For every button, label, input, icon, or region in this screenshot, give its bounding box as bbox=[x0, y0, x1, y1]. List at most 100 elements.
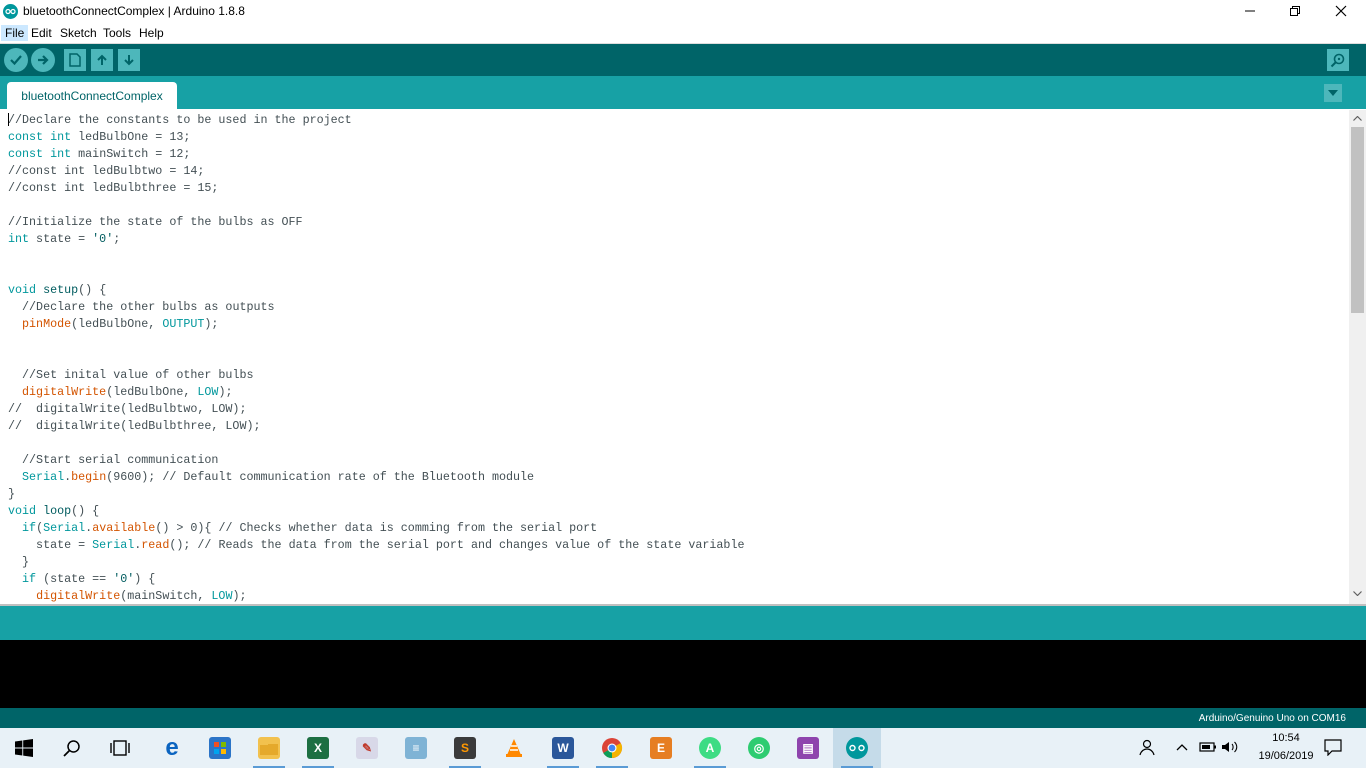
notepad-icon: ≡ bbox=[405, 737, 427, 759]
task-view-button[interactable] bbox=[96, 728, 144, 768]
scrollbar-thumb[interactable] bbox=[1351, 127, 1364, 313]
code-line: digitalWrite(mainSwitch, LOW); bbox=[36, 589, 247, 603]
minimize-icon bbox=[1245, 10, 1255, 12]
taskbar-vlc[interactable] bbox=[490, 728, 538, 768]
taskbar-globe-app[interactable]: ◎ bbox=[735, 728, 783, 768]
clock-date[interactable]: 19/06/2019 bbox=[1256, 750, 1316, 762]
e-app-icon: E bbox=[650, 737, 672, 759]
file-explorer-icon bbox=[258, 737, 280, 759]
paint-icon: ✎ bbox=[356, 737, 378, 759]
upload-button[interactable] bbox=[31, 48, 55, 72]
console-output[interactable] bbox=[0, 640, 1366, 708]
save-icon bbox=[124, 55, 134, 66]
open-button[interactable] bbox=[91, 49, 113, 71]
chevron-up-icon bbox=[1353, 115, 1362, 121]
taskbar-notepad[interactable]: ≡ bbox=[392, 728, 440, 768]
arduino-logo-icon bbox=[3, 4, 18, 19]
serial-monitor-icon bbox=[1330, 53, 1345, 68]
code-line: digitalWrite(ledBulbOne, LOW); bbox=[22, 385, 233, 399]
code-line: //Set inital value of other bulbs bbox=[22, 368, 254, 382]
toolbar bbox=[0, 44, 1366, 76]
sublime-icon: S bbox=[454, 737, 476, 759]
chevron-down-icon bbox=[1353, 590, 1362, 596]
taskbar-e-app[interactable]: E bbox=[637, 728, 685, 768]
close-icon bbox=[1335, 5, 1347, 17]
scroll-up-button[interactable] bbox=[1349, 111, 1366, 125]
battery-icon[interactable] bbox=[1199, 740, 1217, 757]
arduino-icon bbox=[846, 737, 868, 759]
taskbar-excel[interactable]: X bbox=[294, 728, 342, 768]
clock-time[interactable]: 10:54 bbox=[1264, 732, 1308, 744]
scroll-down-button[interactable] bbox=[1349, 586, 1366, 600]
menu-bar: File Edit Sketch Tools Help bbox=[0, 23, 1366, 44]
code-editor[interactable]: //Declare the constants to be used in th… bbox=[0, 110, 1349, 604]
chevron-up-icon[interactable] bbox=[1175, 740, 1189, 757]
code-line: Serial.begin(9600); // Default communica… bbox=[22, 470, 535, 484]
upload-icon bbox=[38, 55, 49, 65]
taskbar-android-studio[interactable]: A bbox=[686, 728, 734, 768]
restore-button[interactable] bbox=[1272, 0, 1318, 22]
code-line: } bbox=[8, 555, 30, 569]
chevron-down-icon bbox=[1328, 90, 1338, 96]
taskbar-winrar[interactable]: ▤ bbox=[784, 728, 832, 768]
search-button[interactable] bbox=[48, 728, 96, 768]
code-line: const int mainSwitch = 12; bbox=[8, 147, 191, 161]
menu-help[interactable]: Help bbox=[135, 25, 168, 41]
taskbar-sublime[interactable]: S bbox=[441, 728, 489, 768]
word-icon: W bbox=[552, 737, 574, 759]
taskbar-arduino[interactable] bbox=[833, 728, 881, 768]
board-status-bar: Arduino/Genuino Uno on COM16 bbox=[0, 708, 1366, 728]
code-line: //const int ledBulbthree = 15; bbox=[8, 181, 219, 195]
message-area bbox=[0, 606, 1366, 640]
globe-app-icon: ◎ bbox=[748, 737, 770, 759]
serial-monitor-button[interactable] bbox=[1327, 49, 1349, 71]
edge-icon: e bbox=[165, 734, 179, 761]
search-icon bbox=[63, 740, 80, 757]
code-line: //Declare the constants to be used in th… bbox=[8, 113, 352, 127]
tab-bluetoothconnectcomplex[interactable]: bluetoothConnectComplex bbox=[7, 82, 177, 109]
taskbar-edge[interactable]: e bbox=[148, 728, 196, 768]
task-view-icon bbox=[110, 740, 130, 756]
code-line: //Start serial communication bbox=[22, 453, 219, 467]
new-button[interactable] bbox=[64, 49, 86, 71]
android-studio-icon: A bbox=[699, 737, 721, 759]
people-icon[interactable] bbox=[1138, 738, 1156, 759]
vlc-icon bbox=[503, 737, 525, 759]
taskbar-file-explorer[interactable] bbox=[245, 728, 293, 768]
menu-tools[interactable]: Tools bbox=[99, 25, 135, 41]
menu-file[interactable]: File bbox=[1, 25, 29, 41]
excel-icon: X bbox=[307, 737, 329, 759]
code-line: } bbox=[8, 487, 16, 501]
volume-icon[interactable] bbox=[1221, 740, 1239, 757]
code-text: //Declare the constants to be used in th… bbox=[8, 112, 744, 604]
code-line: const int ledBulbOne = 13; bbox=[8, 130, 191, 144]
code-line: pinMode(ledBulbOne, OUTPUT); bbox=[22, 317, 219, 331]
menu-edit[interactable]: Edit bbox=[27, 25, 56, 41]
taskbar-paint[interactable]: ✎ bbox=[343, 728, 391, 768]
new-icon bbox=[69, 53, 81, 67]
taskbar-chrome[interactable] bbox=[588, 728, 636, 768]
start-button[interactable] bbox=[0, 728, 48, 768]
restore-icon bbox=[1290, 6, 1300, 16]
text-caret bbox=[8, 113, 9, 126]
open-icon bbox=[97, 54, 107, 65]
code-line: // digitalWrite(ledBulbthree, LOW); bbox=[8, 419, 261, 433]
verify-button[interactable] bbox=[4, 48, 28, 72]
close-button[interactable] bbox=[1318, 0, 1364, 22]
menu-sketch[interactable]: Sketch bbox=[56, 25, 101, 41]
code-line: //const int ledBulbtwo = 14; bbox=[8, 164, 205, 178]
taskbar-word[interactable]: W bbox=[539, 728, 587, 768]
code-line: //Declare the other bulbs as outputs bbox=[22, 300, 275, 314]
taskbar-store[interactable] bbox=[196, 728, 244, 768]
tab-menu-button[interactable] bbox=[1324, 84, 1342, 102]
save-button[interactable] bbox=[118, 49, 140, 71]
title-bar: bluetoothConnectComplex | Arduino 1.8.8 bbox=[0, 0, 1366, 23]
code-line: if (state == '0') { bbox=[22, 572, 156, 586]
minimize-button[interactable] bbox=[1227, 0, 1273, 22]
action-center-icon[interactable] bbox=[1324, 738, 1342, 759]
